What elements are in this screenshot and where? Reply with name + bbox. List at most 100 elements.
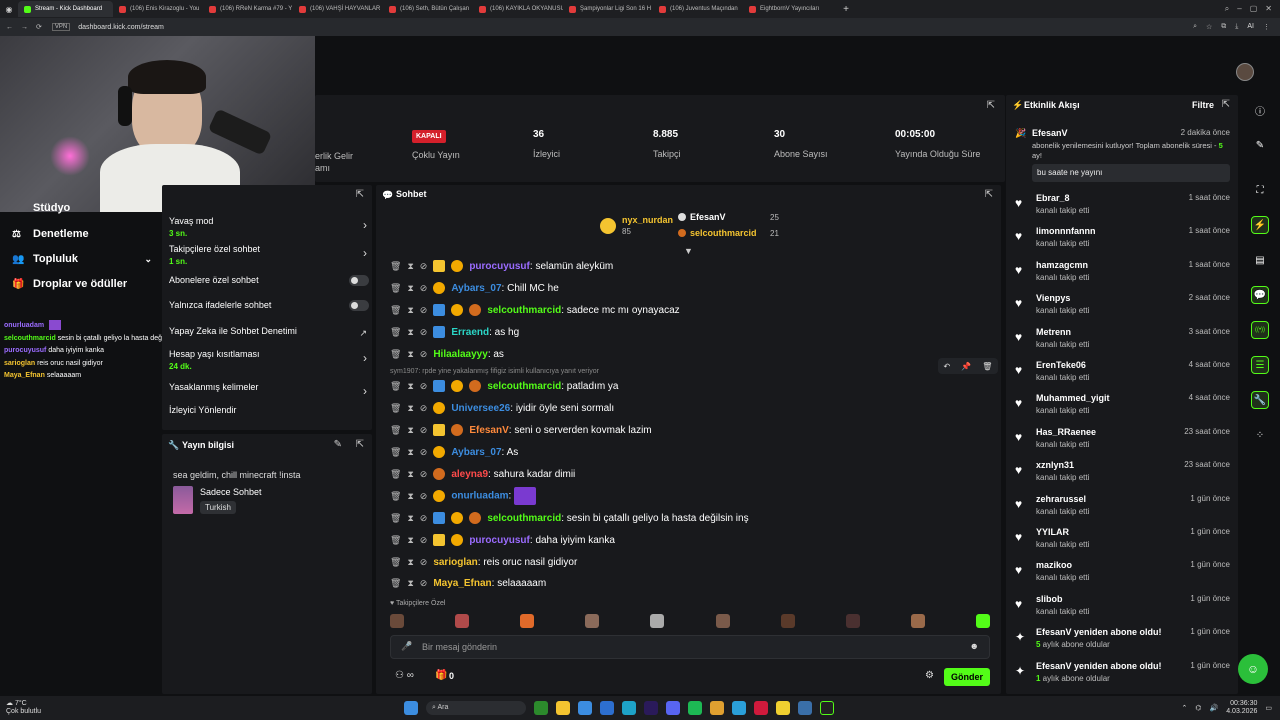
clock[interactable]: 00:36:30 4.03.2026 bbox=[1226, 700, 1257, 716]
chatter-avatar[interactable] bbox=[455, 614, 470, 628]
connections-icon[interactable]: ⚇ ∞ bbox=[395, 670, 414, 681]
support-button[interactable]: ☺ bbox=[1238, 654, 1268, 684]
chat-username[interactable]: aleyna9 bbox=[451, 469, 488, 480]
chat-username[interactable]: selcouthmarcid bbox=[487, 305, 561, 316]
nav-item[interactable]: ⚖ Denetleme bbox=[12, 228, 152, 240]
activity-item[interactable]: ♥ Muhammed_yigit kanalı takip etti 4 saat ö… bbox=[1015, 393, 1230, 425]
browser-menu-icon[interactable]: ◉ bbox=[0, 5, 18, 14]
chatter-avatar[interactable] bbox=[845, 614, 860, 628]
chat-setting[interactable]: Yasaklanmış kelimeler › bbox=[169, 382, 369, 398]
delete-message-icon[interactable]: 🗑 bbox=[390, 327, 401, 338]
chat-setting[interactable]: Abonelere özel sohbet bbox=[169, 275, 369, 286]
browser-tab[interactable]: Stream - Kick Dashboard bbox=[18, 1, 113, 17]
download-icon[interactable]: ⤓ bbox=[1235, 23, 1238, 31]
browser-tab[interactable]: EightbornV Yayıncıları bbox=[743, 1, 833, 17]
reply-icon[interactable]: ↶ bbox=[944, 362, 951, 371]
activity-item[interactable]: ♥ Vienpys kanalı takip etti 2 saat önce bbox=[1015, 293, 1230, 325]
pencil-icon[interactable]: ✎ bbox=[1251, 136, 1269, 154]
chat-username[interactable]: Aybars_07 bbox=[451, 447, 501, 458]
timeout-icon[interactable]: ⧗ bbox=[407, 491, 413, 502]
wrench-icon[interactable]: 🔧 bbox=[1251, 391, 1269, 409]
chat-username[interactable]: Erraend bbox=[451, 327, 489, 338]
browser-tab[interactable]: (106) Enis Kirazoglu - You bbox=[113, 1, 203, 17]
network-icon[interactable]: ⌬ bbox=[1195, 704, 1201, 712]
mic-icon[interactable]: 🎤 bbox=[401, 641, 412, 652]
activity-item[interactable]: ✦ EfesanV yeniden abone oldu! 1 aylık abon… bbox=[1015, 661, 1230, 693]
app-obs-icon[interactable] bbox=[820, 701, 834, 715]
ai-button[interactable]: AI bbox=[1247, 23, 1254, 31]
minimize-icon[interactable]: – bbox=[1237, 4, 1241, 14]
external-link-icon[interactable]: ↗ bbox=[359, 328, 367, 339]
ban-icon[interactable]: ⊘ bbox=[420, 557, 428, 568]
lightning-icon[interactable]: ⚡ bbox=[1251, 216, 1269, 234]
app-vpn-icon[interactable] bbox=[798, 701, 812, 715]
gift-icon[interactable]: 🎁 bbox=[435, 670, 447, 681]
reload-icon[interactable]: ⟳ bbox=[36, 23, 42, 31]
nav-item[interactable]: 🎁 Droplar ve ödüller bbox=[12, 278, 152, 290]
delete-message-icon[interactable]: 🗑 bbox=[390, 283, 401, 294]
app-opera-icon[interactable] bbox=[754, 701, 768, 715]
chat-setting[interactable]: Yapay Zeka ile Sohbet Denetimi ↗ bbox=[169, 326, 369, 339]
toggle-switch[interactable] bbox=[349, 275, 369, 286]
chevron-right-icon[interactable]: › bbox=[363, 246, 367, 260]
send-button[interactable]: Gönder bbox=[944, 668, 990, 686]
chevron-right-icon[interactable]: › bbox=[363, 351, 367, 365]
browser-tab[interactable]: (106) RReN Karma #79 - Y bbox=[203, 1, 293, 17]
app-store-icon[interactable] bbox=[578, 701, 592, 715]
edit-icon[interactable]: ✎ bbox=[334, 439, 342, 450]
chevron-right-icon[interactable]: › bbox=[363, 384, 367, 398]
timeout-icon[interactable]: ⧗ bbox=[407, 305, 413, 316]
chat-username[interactable]: onurluadam bbox=[451, 491, 508, 502]
new-tab-icon[interactable]: + bbox=[839, 4, 853, 15]
chat-username[interactable]: Hilaalaayyy bbox=[433, 349, 488, 360]
forward-icon[interactable]: → bbox=[21, 24, 28, 31]
back-icon[interactable]: ← bbox=[6, 24, 13, 31]
category-name[interactable]: Sadece Sohbet bbox=[200, 487, 262, 497]
activity-item[interactable]: ♥ xznlyn31 kanalı takip etti 23 saat önce bbox=[1015, 460, 1230, 492]
ban-icon[interactable]: ⊘ bbox=[420, 513, 428, 524]
popout-icon[interactable]: ⇱ bbox=[1222, 99, 1230, 110]
activity-item[interactable]: ♥ ErenTeke06 kanalı takip etti 4 saat önce bbox=[1015, 360, 1230, 392]
app-discord-icon[interactable] bbox=[666, 701, 680, 715]
chatter-avatar[interactable] bbox=[390, 614, 404, 628]
ban-icon[interactable]: ⊘ bbox=[420, 425, 428, 436]
apps-icon[interactable]: ⁘ bbox=[1251, 426, 1269, 444]
timeout-icon[interactable]: ⧗ bbox=[407, 349, 413, 360]
chatter-avatar[interactable] bbox=[780, 614, 795, 628]
leaderboard-entry[interactable]: nyx_nurdan 85 bbox=[600, 214, 673, 238]
chatter-avatar[interactable] bbox=[715, 614, 730, 628]
ban-icon[interactable]: ⊘ bbox=[420, 327, 428, 338]
browser-tab[interactable]: Şampiyonlar Ligi Son 16 H bbox=[563, 1, 653, 17]
delete-icon[interactable]: 🗑 bbox=[982, 362, 992, 371]
chat-username[interactable]: selcouthmarcid bbox=[487, 381, 561, 392]
app-spotify-icon[interactable] bbox=[688, 701, 702, 715]
ban-icon[interactable]: ⊘ bbox=[420, 381, 428, 392]
delete-message-icon[interactable]: 🗑 bbox=[390, 403, 401, 414]
timeout-icon[interactable]: ⧗ bbox=[407, 513, 413, 524]
popout-icon[interactable]: ⇱ bbox=[356, 439, 364, 450]
delete-message-icon[interactable]: 🗑 bbox=[390, 491, 401, 502]
chevron-right-icon[interactable]: › bbox=[363, 218, 367, 232]
app-premiere-icon[interactable] bbox=[644, 701, 658, 715]
timeout-icon[interactable]: ⧗ bbox=[407, 327, 413, 338]
browser-tab[interactable]: (106) KAYIKLA OKYANUSU bbox=[473, 1, 563, 17]
delete-message-icon[interactable]: 🗑 bbox=[390, 513, 401, 524]
document-icon[interactable]: ▤ bbox=[1251, 251, 1269, 269]
delete-message-icon[interactable]: 🗑 bbox=[390, 349, 401, 360]
activity-item[interactable]: ♥ zehrarussel kanalı takip etti 1 gün önce bbox=[1015, 494, 1230, 526]
chevron-down-icon[interactable]: ⌄ bbox=[144, 254, 152, 265]
activity-item[interactable]: ♥ YYILAR kanalı takip etti 1 gün önce bbox=[1015, 527, 1230, 559]
search-tabs-icon[interactable]: ⌕ bbox=[1225, 4, 1229, 14]
timeout-icon[interactable]: ⧗ bbox=[407, 447, 413, 458]
delete-message-icon[interactable]: 🗑 bbox=[390, 469, 401, 480]
timeout-icon[interactable]: ⧗ bbox=[407, 557, 413, 568]
browser-tab[interactable]: (106) VAHŞİ HAYVANLAR bbox=[293, 1, 383, 17]
chat-username[interactable]: sarioglan bbox=[433, 557, 477, 568]
delete-message-icon[interactable]: 🗑 bbox=[390, 447, 401, 458]
app-notes-icon[interactable] bbox=[776, 701, 790, 715]
ban-icon[interactable]: ⊘ bbox=[420, 349, 428, 360]
pin-icon[interactable]: 📌 bbox=[961, 362, 971, 371]
delete-message-icon[interactable]: 🗑 bbox=[390, 261, 401, 272]
ban-icon[interactable]: ⊘ bbox=[420, 403, 428, 414]
popout-icon[interactable]: ⇱ bbox=[356, 189, 364, 200]
